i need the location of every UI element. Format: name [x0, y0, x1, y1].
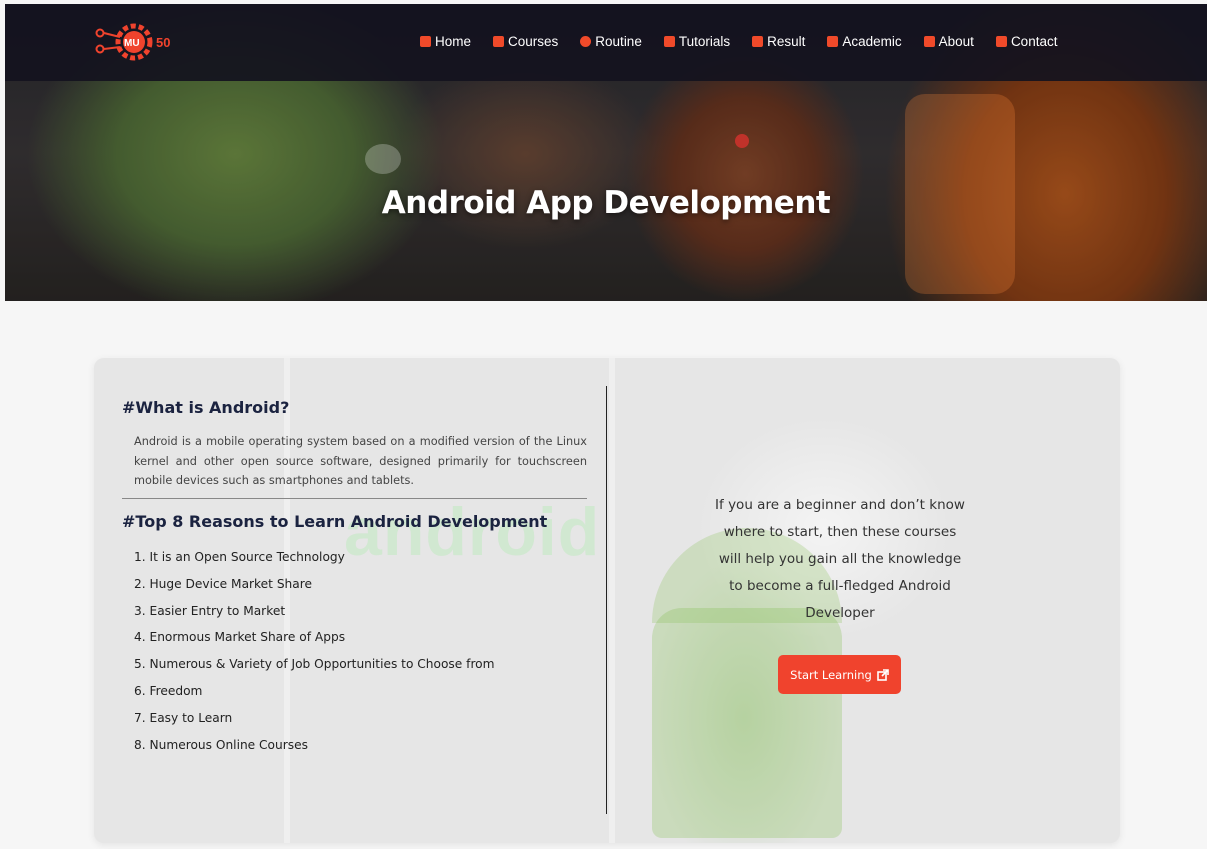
- hero-banner: MU 50 Home Courses Routine Tutorials Res…: [5, 4, 1207, 301]
- site-logo[interactable]: MU 50: [94, 21, 184, 63]
- list-item: 7. Easy to Learn: [134, 710, 233, 725]
- nav-label: About: [938, 34, 974, 49]
- book-icon: [493, 36, 505, 47]
- nav-courses[interactable]: Courses: [493, 34, 558, 49]
- hero-decor: [735, 134, 749, 148]
- decor-stripe: [609, 358, 615, 843]
- cta-text: If you are a beginner and don’t know whe…: [715, 497, 965, 621]
- address-book-icon: [995, 36, 1007, 47]
- nav-label: Academic: [842, 34, 902, 49]
- nav-label: Home: [435, 34, 472, 49]
- university-icon: [827, 36, 839, 47]
- nav-home[interactable]: Home: [420, 34, 471, 49]
- nav-result[interactable]: Result: [752, 34, 805, 49]
- what-is-android-text: Android is a mobile operating system bas…: [134, 435, 587, 487]
- chalkboard-icon: [663, 36, 675, 47]
- id-card-icon: [923, 36, 935, 47]
- reasons-heading: #Top 8 Reasons to Learn Android Developm…: [122, 512, 548, 531]
- nav-academic[interactable]: Academic: [827, 34, 902, 49]
- what-is-android-heading: #What is Android?: [122, 398, 290, 417]
- reasons-list: 1. It is an Open Source Technology 2. Hu…: [134, 544, 495, 758]
- nav-contact[interactable]: Contact: [995, 34, 1058, 49]
- chart-icon: [752, 36, 764, 47]
- hero-decor: [365, 144, 401, 174]
- list-item: 5. Numerous & Variety of Job Opportuniti…: [134, 657, 495, 672]
- nav-label: Contact: [1010, 34, 1058, 49]
- nav-label: Courses: [508, 34, 559, 49]
- android-robot-image: [652, 608, 842, 838]
- column-divider: [606, 386, 607, 814]
- svg-text:MU: MU: [124, 38, 140, 49]
- list-item: 1. It is an Open Source Technology: [134, 550, 345, 564]
- content-card: android #What is Android? Android is a m…: [94, 358, 1120, 843]
- list-item: 2. Huge Device Market Share: [134, 576, 312, 591]
- nav-label: Tutorials: [678, 34, 731, 49]
- list-item: 8. Numerous Online Courses: [134, 737, 308, 752]
- start-learning-label: Start Learning: [790, 667, 872, 682]
- section-divider: [122, 498, 587, 499]
- svg-text:50: 50: [156, 35, 170, 50]
- list-item: 3. Easier Entry to Market: [134, 603, 286, 618]
- nav-menu: Home Courses Routine Tutorials Result Ac…: [420, 34, 1079, 49]
- nav-label: Routine: [595, 34, 642, 49]
- home-icon: [420, 36, 431, 47]
- external-link-icon: [877, 668, 889, 681]
- nav-about[interactable]: About: [923, 34, 974, 49]
- nav-tutorials[interactable]: Tutorials: [663, 34, 731, 49]
- page-title: Android App Development: [381, 184, 831, 221]
- start-learning-button[interactable]: Start Learning: [778, 655, 901, 694]
- nav-routine[interactable]: Routine: [580, 34, 642, 49]
- list-item: 4. Enormous Market Share of Apps: [134, 630, 346, 645]
- clock-icon: [580, 36, 592, 47]
- nav-label: Result: [767, 34, 806, 49]
- list-item: 6. Freedom: [134, 683, 203, 698]
